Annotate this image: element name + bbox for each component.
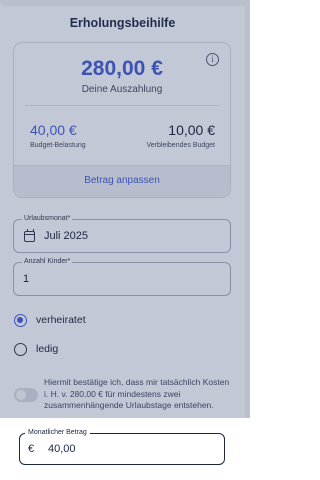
vacation-month-label: Urlaubsmonat* [22, 215, 73, 222]
budget-label: Budget-Belastung [30, 142, 86, 149]
vacation-month-value: Juli 2025 [44, 230, 89, 242]
sheet-top-edge [0, 0, 250, 6]
monthly-amount-label: Monatlicher Betrag [25, 429, 90, 436]
payout-summary-card: i 280,00 € Deine Auszahlung 40,00 € Budg… [13, 42, 231, 198]
remaining-budget-label: Verbleibendes Budget [146, 142, 216, 149]
calendar-icon [24, 229, 35, 242]
radio-label-married: verheiratet [36, 314, 86, 326]
children-count-value: 1 [23, 273, 30, 285]
card-divider [25, 105, 219, 106]
radio-label-single: ledig [36, 343, 59, 355]
remaining-budget-value: 10,00 € [168, 122, 215, 138]
budget-value: 40,00 € [30, 122, 77, 138]
monthly-amount-field[interactable]: Monatlicher Betrag € 40,00 [19, 429, 225, 465]
monthly-amount-value: 40,00 [48, 443, 76, 455]
page-title: Erholungsbeihilfe [69, 16, 176, 30]
children-count-label: Anzahl Kinder* [22, 258, 73, 265]
adjust-amount-button[interactable]: Betrag anpassen [14, 165, 230, 197]
radio-button-selected[interactable] [14, 314, 27, 327]
confirmation-text: Hiermit bestätige ich, dass mir tatsächl… [44, 377, 230, 410]
modal-sheet: Erholungsbeihilfe i 280,00 € Deine Ausza… [0, 0, 250, 480]
children-count-field[interactable]: Anzahl Kinder* 1 [13, 258, 231, 296]
payout-label: Deine Auszahlung [81, 84, 163, 95]
vacation-month-field[interactable]: Urlaubsmonat* Juli 2025 [13, 215, 231, 253]
radio-button-unselected[interactable] [14, 343, 27, 356]
monthly-amount-panel: Monatlicher Betrag € 40,00 [0, 418, 250, 480]
confirmation-toggle[interactable] [14, 388, 38, 402]
sheet-right-edge [245, 0, 250, 480]
euro-symbol: € [28, 443, 35, 455]
payout-amount: 280,00 € [81, 57, 163, 80]
